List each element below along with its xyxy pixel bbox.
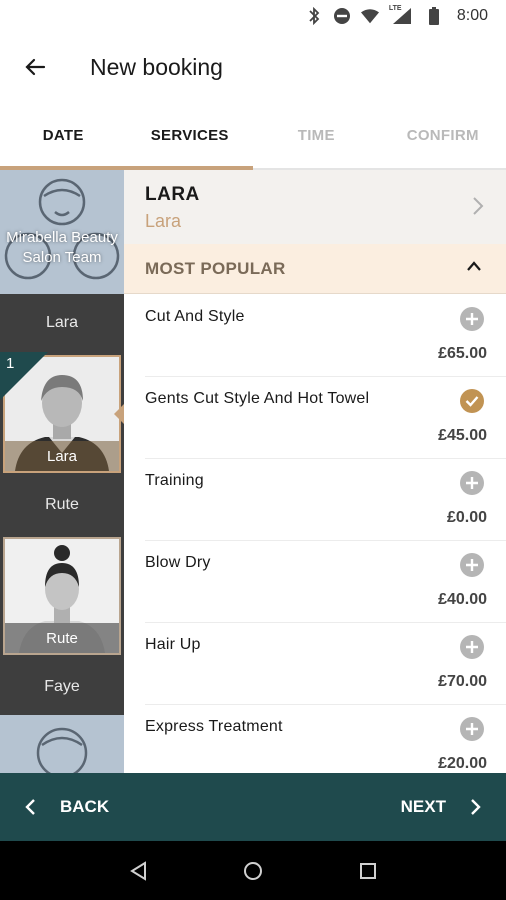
step-tabs: DATE SERVICES TIME CONFIRM — [0, 102, 506, 170]
arrow-left-icon — [25, 58, 46, 76]
add-service-button[interactable] — [460, 635, 484, 659]
service-name: Express Treatment — [145, 718, 283, 735]
system-nav-bar — [0, 841, 506, 900]
battery-icon — [425, 7, 443, 25]
selected-service-button[interactable] — [460, 389, 484, 413]
plus-icon — [466, 559, 478, 571]
service-price: £65.00 — [438, 345, 487, 362]
plus-icon — [466, 313, 478, 325]
staff-item-faye[interactable]: Faye — [0, 658, 124, 716]
back-arrow-button[interactable] — [0, 32, 70, 102]
next-button[interactable]: NEXT — [401, 773, 482, 841]
chevron-up-icon — [467, 261, 481, 271]
staff-photo-caption: Rute — [5, 623, 119, 653]
add-service-button[interactable] — [460, 307, 484, 331]
staff-photo-caption: Lara — [5, 441, 119, 471]
service-name: Blow Dry — [145, 554, 211, 571]
service-name: Cut And Style — [145, 308, 245, 325]
selected-count: 1 — [6, 355, 15, 372]
stylist-name: LARA — [145, 184, 200, 205]
tab-services[interactable]: SERVICES — [127, 102, 254, 168]
service-price: £70.00 — [438, 673, 487, 690]
circle-home-icon — [243, 861, 262, 880]
network-type-label: LTE — [388, 5, 402, 12]
plus-icon — [466, 723, 478, 735]
service-item[interactable]: Blow Dry £40.00 — [124, 541, 506, 623]
plus-icon — [466, 477, 478, 489]
team-label: Mirabella Beauty Salon Team — [6, 229, 118, 266]
stylist-selector[interactable]: LARA Lara — [124, 170, 506, 244]
section-header-most-popular[interactable]: MOST POPULAR — [124, 244, 506, 294]
service-price: £20.00 — [438, 755, 487, 772]
app-bar: New booking — [0, 32, 506, 102]
back-button[interactable]: BACK — [24, 773, 109, 841]
service-price: £45.00 — [438, 427, 487, 444]
tab-confirm[interactable]: CONFIRM — [380, 102, 506, 168]
rute-photo: Rute — [3, 537, 121, 655]
tab-time[interactable]: TIME — [253, 102, 380, 168]
staff-photo-rute[interactable]: Rute — [0, 534, 124, 658]
staff-team-card[interactable]: Mirabella Beauty Salon Team — [0, 170, 124, 294]
selection-pointer-icon — [114, 404, 124, 424]
service-item[interactable]: Express Treatment £20.00 — [124, 705, 506, 773]
staff-item-rute[interactable]: Rute — [0, 476, 124, 534]
chevron-right-icon — [471, 799, 481, 815]
add-service-button[interactable] — [460, 553, 484, 577]
services-panel: LARA Lara MOST POPULAR Cut And Style £65… — [124, 170, 506, 773]
booking-footer: BACK NEXT — [0, 773, 506, 841]
service-name: Training — [145, 472, 204, 489]
chevron-right-icon — [473, 197, 484, 215]
service-item[interactable]: Hair Up £70.00 — [124, 623, 506, 705]
staff-photo-lara[interactable]: Lara 1 — [0, 352, 124, 476]
add-service-button[interactable] — [460, 717, 484, 741]
do-not-disturb-icon — [333, 7, 351, 25]
service-item[interactable]: Gents Cut Style And Hot Towel £45.00 — [124, 377, 506, 459]
staff-item-lara[interactable]: Lara — [0, 294, 124, 352]
back-label: BACK — [60, 797, 110, 816]
section-title: MOST POPULAR — [145, 259, 286, 278]
nav-back-button[interactable] — [118, 851, 158, 891]
triangle-back-icon — [129, 860, 146, 881]
service-name: Gents Cut Style And Hot Towel — [145, 390, 370, 407]
tab-date[interactable]: DATE — [0, 102, 127, 168]
service-item[interactable]: Cut And Style £65.00 — [124, 295, 506, 377]
check-icon — [465, 396, 479, 407]
status-bar: LTE 8:00 — [0, 0, 506, 32]
staff-list: Mirabella Beauty Salon Team Lara Lara 1 … — [0, 170, 124, 773]
wifi-icon — [360, 7, 379, 25]
person-avatar-icon — [36, 727, 88, 773]
service-name: Hair Up — [145, 636, 201, 653]
nav-recents-button[interactable] — [348, 851, 388, 891]
bluetooth-icon — [305, 7, 323, 25]
plus-icon — [466, 641, 478, 653]
cell-signal-icon: LTE — [388, 5, 415, 25]
stylist-subtitle: Lara — [145, 211, 182, 231]
page-title: New booking — [90, 53, 223, 80]
add-service-button[interactable] — [460, 471, 484, 495]
clock: 8:00 — [456, 7, 488, 24]
service-item[interactable]: Training £0.00 — [124, 459, 506, 541]
nav-home-button[interactable] — [233, 851, 273, 891]
staff-avatar-placeholder[interactable] — [0, 715, 124, 773]
service-price: £0.00 — [446, 509, 487, 526]
square-recents-icon — [360, 862, 377, 879]
chevron-left-icon — [25, 799, 35, 815]
service-price: £40.00 — [438, 591, 487, 608]
next-label: NEXT — [400, 797, 446, 816]
